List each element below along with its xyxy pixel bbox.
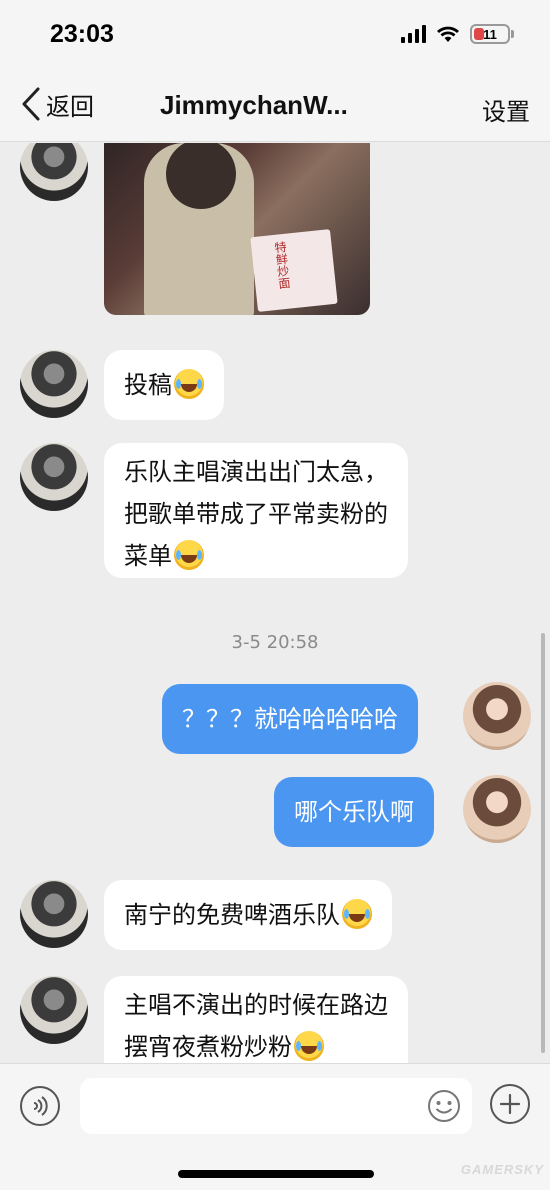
avatar[interactable] (463, 775, 531, 843)
message-text: 摆宵夜煮粉炒粉 (124, 1033, 292, 1061)
message-bubble[interactable]: 乐队主唱演出出门太急， 把歌单带成了平常卖粉的 菜单 (104, 443, 408, 578)
message-text: 把歌单带成了平常卖粉的 (124, 500, 388, 528)
back-button[interactable]: 返回 (18, 86, 94, 122)
wifi-icon (437, 26, 459, 42)
message-input[interactable] (80, 1078, 472, 1134)
laughing-tears-emoji-icon (174, 369, 204, 399)
laughing-tears-emoji-icon (342, 899, 372, 929)
message-bubble[interactable]: 哪个乐队啊 (274, 777, 434, 847)
emoji-icon[interactable] (426, 1088, 462, 1124)
message-bubble[interactable]: 南宁的免费啤酒乐队 (104, 880, 392, 950)
plus-icon (499, 1093, 521, 1115)
avatar[interactable] (20, 143, 88, 201)
status-time: 23:03 (50, 20, 114, 48)
voice-button[interactable] (20, 1086, 60, 1126)
avatar[interactable] (20, 350, 88, 418)
battery-level: 11 (483, 26, 497, 42)
avatar[interactable] (20, 976, 88, 1044)
settings-button[interactable]: 设置 (482, 92, 530, 127)
chat-scrollbar[interactable] (541, 633, 545, 1053)
avatar[interactable] (20, 443, 88, 511)
laughing-tears-emoji-icon (174, 540, 204, 570)
message-text: 投稿 (124, 371, 172, 399)
avatar[interactable] (463, 682, 531, 750)
message-bubble[interactable]: ？？？就哈哈哈哈哈 (162, 684, 418, 754)
message-bubble[interactable]: 投稿 (104, 350, 224, 420)
battery-icon: 11 (470, 24, 510, 44)
message-bubble[interactable]: 主唱不演出的时候在路边 摆宵夜煮粉炒粉 (104, 976, 408, 1063)
chat-title: JimmychanW... (160, 90, 348, 120)
nav-bar: 返回 JimmychanW... 设置 (0, 70, 550, 142)
watermark-logo: GAMERSKY (460, 1162, 544, 1177)
message-text: 菜单 (124, 542, 172, 570)
message-text: 南宁的免费啤酒乐队 (124, 901, 340, 929)
chat-message-list[interactable]: 特鲜炒面 投稿 乐队主唱演出出门太急， 把歌单带成了平常卖粉的 菜单 3-5 2… (0, 143, 550, 1063)
chevron-left-icon (22, 87, 40, 121)
status-icons: 11 (401, 24, 514, 44)
status-bar: 23:03 11 (0, 0, 550, 70)
add-button[interactable] (490, 1084, 530, 1124)
message-text: 主唱不演出的时候在路边 (124, 991, 388, 1019)
home-indicator[interactable] (178, 1170, 374, 1178)
message-text: 乐队主唱演出出门太急， (124, 458, 388, 486)
message-text: 哪个乐队啊 (294, 798, 414, 826)
message-text: ？？？就哈哈哈哈哈 (182, 705, 398, 733)
back-label: 返回 (46, 92, 94, 121)
message-timestamp: 3-5 20:58 (231, 632, 319, 653)
cellular-signal-icon (401, 25, 426, 43)
laughing-tears-emoji-icon (294, 1031, 324, 1061)
avatar[interactable] (20, 880, 88, 948)
voice-icon (33, 1096, 48, 1116)
message-image[interactable]: 特鲜炒面 (104, 143, 370, 315)
